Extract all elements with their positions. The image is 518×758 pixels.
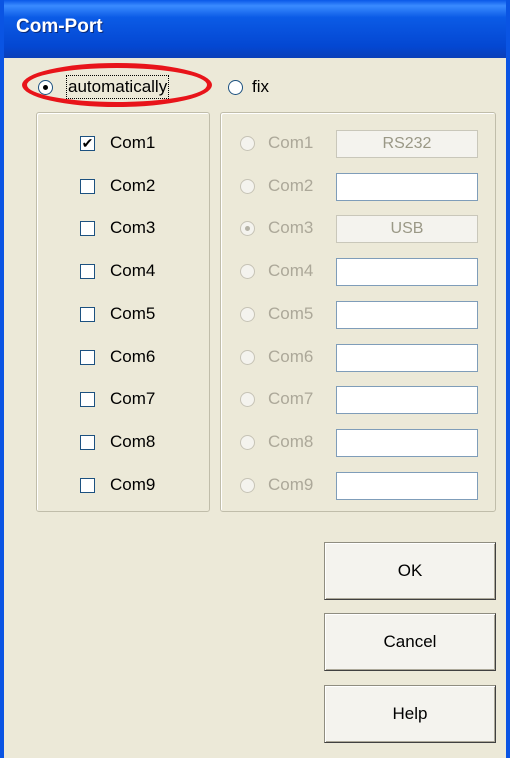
auto-port-label[interactable]: Com2 — [110, 176, 155, 196]
auto-port-label[interactable]: Com9 — [110, 475, 155, 495]
fix-port-field[interactable] — [336, 258, 478, 287]
fix-port-field[interactable]: USB — [336, 215, 478, 244]
fix-radio[interactable] — [228, 80, 243, 95]
help-button[interactable]: Help — [324, 685, 496, 743]
auto-port-label[interactable]: Com7 — [110, 389, 155, 409]
fix-port-label: Com7 — [268, 389, 314, 409]
auto-port-checkbox[interactable] — [80, 392, 95, 408]
window-title: Com-Port — [16, 16, 103, 37]
auto-port-label[interactable]: Com1 — [110, 133, 155, 153]
auto-port-checkbox[interactable] — [80, 477, 95, 493]
fix-port-radio[interactable] — [240, 349, 255, 365]
fix-label[interactable]: fix — [252, 77, 269, 97]
auto-port-checkbox[interactable]: ✔ — [80, 136, 95, 151]
fix-port-label: Com9 — [268, 474, 314, 494]
fix-port-field[interactable] — [336, 172, 478, 201]
fix-port-radio[interactable] — [240, 178, 255, 194]
fix-port-field[interactable]: RS232 — [336, 130, 478, 158]
auto-port-checkbox[interactable] — [80, 349, 95, 365]
auto-port-checkbox[interactable] — [80, 264, 95, 280]
fix-port-label: Com8 — [268, 431, 314, 451]
auto-port-label[interactable]: Com8 — [110, 432, 155, 452]
fix-port-field[interactable] — [336, 386, 478, 415]
fix-port-radio[interactable] — [240, 264, 255, 280]
cancel-button[interactable]: Cancel — [324, 613, 496, 671]
fix-port-label: Com2 — [268, 175, 314, 195]
fix-port-label: Com3 — [268, 218, 314, 238]
fix-port-field[interactable] — [336, 343, 478, 372]
fix-port-field[interactable] — [336, 300, 478, 329]
fix-port-field[interactable] — [336, 428, 478, 457]
fix-port-radio[interactable] — [240, 477, 255, 493]
auto-port-checkbox[interactable] — [80, 306, 95, 322]
fix-port-label: Com1 — [268, 133, 314, 152]
fix-port-radio[interactable] — [240, 306, 255, 322]
fix-port-radio[interactable] — [240, 434, 255, 450]
fix-port-radio[interactable] — [240, 136, 255, 151]
fix-port-label: Com6 — [268, 346, 314, 366]
highlight-ring — [22, 63, 212, 107]
title-bar[interactable]: Com-Port — [4, 0, 506, 58]
auto-port-label[interactable]: Com6 — [110, 347, 155, 367]
auto-port-label[interactable]: Com5 — [110, 304, 155, 324]
auto-port-checkbox[interactable] — [80, 221, 95, 237]
fix-port-label: Com4 — [268, 261, 314, 281]
auto-port-label[interactable]: Com4 — [110, 261, 155, 281]
auto-port-checkbox[interactable] — [80, 434, 95, 450]
auto-port-checkbox[interactable] — [80, 178, 95, 194]
fix-port-field[interactable] — [336, 471, 478, 500]
ok-button[interactable]: OK — [324, 542, 496, 600]
com-port-dialog: Com-Port automatically fix ✔ Com1 Com2 Com3… — [0, 0, 510, 758]
auto-port-label[interactable]: Com3 — [110, 218, 155, 238]
fix-port-label: Com5 — [268, 303, 314, 323]
